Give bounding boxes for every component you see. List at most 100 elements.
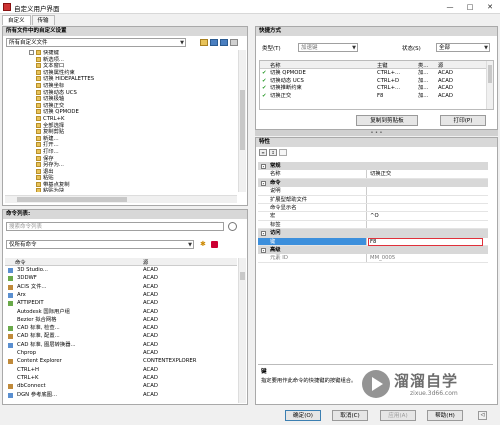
search-icon[interactable] xyxy=(228,222,237,231)
command-row[interactable]: dbConnect ACAD xyxy=(5,383,237,391)
collapse-icon[interactable]: - xyxy=(261,180,266,186)
categorized-icon[interactable]: ≡ xyxy=(259,149,267,156)
tree-item[interactable]: 切换属性约束 xyxy=(5,69,237,77)
cancel-button[interactable]: 取消(C) xyxy=(332,410,368,421)
column-key[interactable]: 主键 xyxy=(377,61,388,69)
tree-item[interactable]: 切换坐标 xyxy=(5,82,237,90)
column-type[interactable]: 类... xyxy=(418,61,428,69)
property-description[interactable]: 说明 xyxy=(258,187,488,196)
tree-item[interactable]: 全部选择 xyxy=(5,122,237,130)
command-row[interactable]: 3D Studio... ACAD xyxy=(5,267,237,275)
tree-collapse-icon[interactable] xyxy=(29,50,34,55)
column-name[interactable]: 名称 xyxy=(270,61,281,69)
shortcuts-scrollbar[interactable] xyxy=(486,61,493,109)
property-pages-icon[interactable] xyxy=(279,149,287,156)
tab-customize[interactable]: 自定义 xyxy=(2,15,31,25)
help-button[interactable]: 帮助(H) xyxy=(427,410,463,421)
tree-item[interactable]: 退出 xyxy=(5,168,237,176)
collapse-icon[interactable]: - xyxy=(261,231,266,237)
type-select[interactable]: 加速键 ▼ xyxy=(298,43,358,52)
property-extended-help[interactable]: 扩展型帮助文件 xyxy=(258,195,488,204)
expand-panel-icon[interactable]: ◁ xyxy=(478,411,487,420)
tree-item[interactable]: 切换正交 xyxy=(5,102,237,110)
property-element-id[interactable]: 元素 ID MM_0005 xyxy=(258,254,488,263)
alphabetical-icon[interactable]: ↕ xyxy=(269,149,277,156)
tree-item[interactable]: CTRL+K xyxy=(5,115,237,123)
collapse-icon[interactable]: - xyxy=(261,164,266,169)
tab-transfer[interactable]: 传输 xyxy=(31,15,55,25)
tree-item[interactable]: 切换极轴 xyxy=(5,96,237,103)
minimize-button[interactable]: — xyxy=(440,0,460,14)
column-command[interactable]: 命令 xyxy=(15,258,26,266)
tree-item[interactable]: 切换 QPMODE xyxy=(5,109,237,116)
tree-item[interactable]: 复制剪贴 xyxy=(5,129,237,136)
command-row[interactable]: Arx ACAD xyxy=(5,292,237,300)
property-name-value[interactable]: 切换正交 xyxy=(370,170,391,178)
property-key[interactable]: 键 F8 xyxy=(258,237,488,246)
open-file-icon[interactable] xyxy=(200,39,208,46)
command-filter-select[interactable]: 仅所有命令 ▼ xyxy=(6,240,194,249)
shortcut-row[interactable]: ✔ 切换正交 F8 加... ACAD xyxy=(260,93,485,101)
print-button[interactable]: 打印(P) xyxy=(440,115,486,126)
filter-icon[interactable] xyxy=(230,39,238,46)
command-row[interactable]: Chprop ACAD xyxy=(5,350,237,358)
command-row[interactable]: CAD 标准, 图层转换器... ACAD xyxy=(5,342,237,350)
command-row[interactable]: ATTIPEDIT ACAD xyxy=(5,300,237,308)
tree-item[interactable]: 粘贴为块 xyxy=(5,188,237,192)
section-advanced[interactable]: - 高级 xyxy=(258,246,488,255)
property-command-display-name[interactable]: 命令显示名 xyxy=(258,204,488,213)
command-row[interactable]: Bezier 拟合网格 ACAD xyxy=(5,317,237,325)
panel-splitter[interactable]: • • • xyxy=(255,130,498,136)
command-tools-icon[interactable] xyxy=(211,241,218,248)
save-icon[interactable] xyxy=(210,39,218,46)
command-row[interactable]: CTRL+H ACAD xyxy=(5,367,237,375)
command-search-input[interactable]: 搜索命令列表 xyxy=(6,222,224,231)
status-select[interactable]: 全部 ▼ xyxy=(436,43,490,52)
tree-vscroll-thumb[interactable] xyxy=(240,90,245,150)
tree-item[interactable]: 带基点复制 xyxy=(5,181,237,189)
tree-item[interactable]: 切换动态 UCS xyxy=(5,89,237,97)
tree-hscroll-thumb[interactable] xyxy=(17,197,127,202)
tree-item[interactable]: 保存 xyxy=(5,155,237,163)
new-command-icon[interactable]: ✱ xyxy=(200,241,207,248)
section-general[interactable]: - 常规 xyxy=(258,162,488,171)
tree-item[interactable]: 打开... xyxy=(5,142,237,149)
tree-item[interactable]: 快捷键 xyxy=(5,50,237,57)
command-row[interactable]: Autodesk 国际用户组 ACAD xyxy=(5,309,237,317)
shortcut-row[interactable]: ✔ 切换推断约束 CTRL+... 加... ACAD xyxy=(260,85,485,93)
tree-item[interactable]: 切换 HIDEPALETTES xyxy=(5,76,237,83)
tree-item[interactable]: 另存为... xyxy=(5,162,237,169)
command-row[interactable]: CAD 标准, 检查... ACAD xyxy=(5,325,237,333)
tree-item[interactable]: 新选项... xyxy=(5,56,237,64)
apply-button[interactable]: 应用(A) xyxy=(380,410,416,421)
command-row[interactable]: CTRL+K ACAD xyxy=(5,375,237,383)
command-list-scroll-thumb[interactable] xyxy=(240,272,245,280)
section-access[interactable]: - 访问 xyxy=(258,229,488,238)
property-tags[interactable]: 标签 xyxy=(258,220,488,230)
command-row[interactable]: ACIS 文件... ACAD xyxy=(5,284,237,292)
maximize-button[interactable]: □ xyxy=(460,0,480,14)
shortcuts-scroll-thumb[interactable] xyxy=(488,65,492,83)
property-key-value[interactable]: F8 xyxy=(370,238,376,246)
tree-item[interactable]: 打印... xyxy=(5,148,237,156)
shortcut-row[interactable]: ✔ 切换 QPMODE CTRL+... 加... ACAD xyxy=(260,70,485,78)
command-list-scrollbar[interactable] xyxy=(238,258,246,403)
column-source[interactable]: 源 xyxy=(143,258,148,266)
tree-item[interactable]: 粘贴 xyxy=(5,175,237,182)
column-source[interactable]: 源 xyxy=(438,61,443,69)
copy-to-clipboard-button[interactable]: 复制到剪贴板 xyxy=(356,115,418,126)
close-button[interactable]: ✕ xyxy=(480,0,500,14)
tree-item[interactable]: 文本窗口 xyxy=(5,63,237,70)
command-row[interactable]: CAD 标准, 配置... ACAD xyxy=(5,333,237,341)
property-macro-value[interactable]: ^O xyxy=(370,212,379,220)
tree-item[interactable]: 新建... xyxy=(5,135,237,143)
tree-vertical-scrollbar[interactable] xyxy=(238,50,246,192)
command-row[interactable]: DGN 参考底图... ACAD xyxy=(5,392,237,400)
tree-horizontal-scrollbar[interactable] xyxy=(5,195,237,203)
property-macro[interactable]: 宏 ^O xyxy=(258,212,488,221)
ok-button[interactable]: 确定(O) xyxy=(285,410,321,421)
command-row[interactable]: Content Explorer CONTENTEXPLORER xyxy=(5,358,237,366)
collapse-icon[interactable]: - xyxy=(261,248,266,253)
property-name[interactable]: 名称 切换正交 xyxy=(258,170,488,179)
save-all-icon[interactable] xyxy=(220,39,228,46)
